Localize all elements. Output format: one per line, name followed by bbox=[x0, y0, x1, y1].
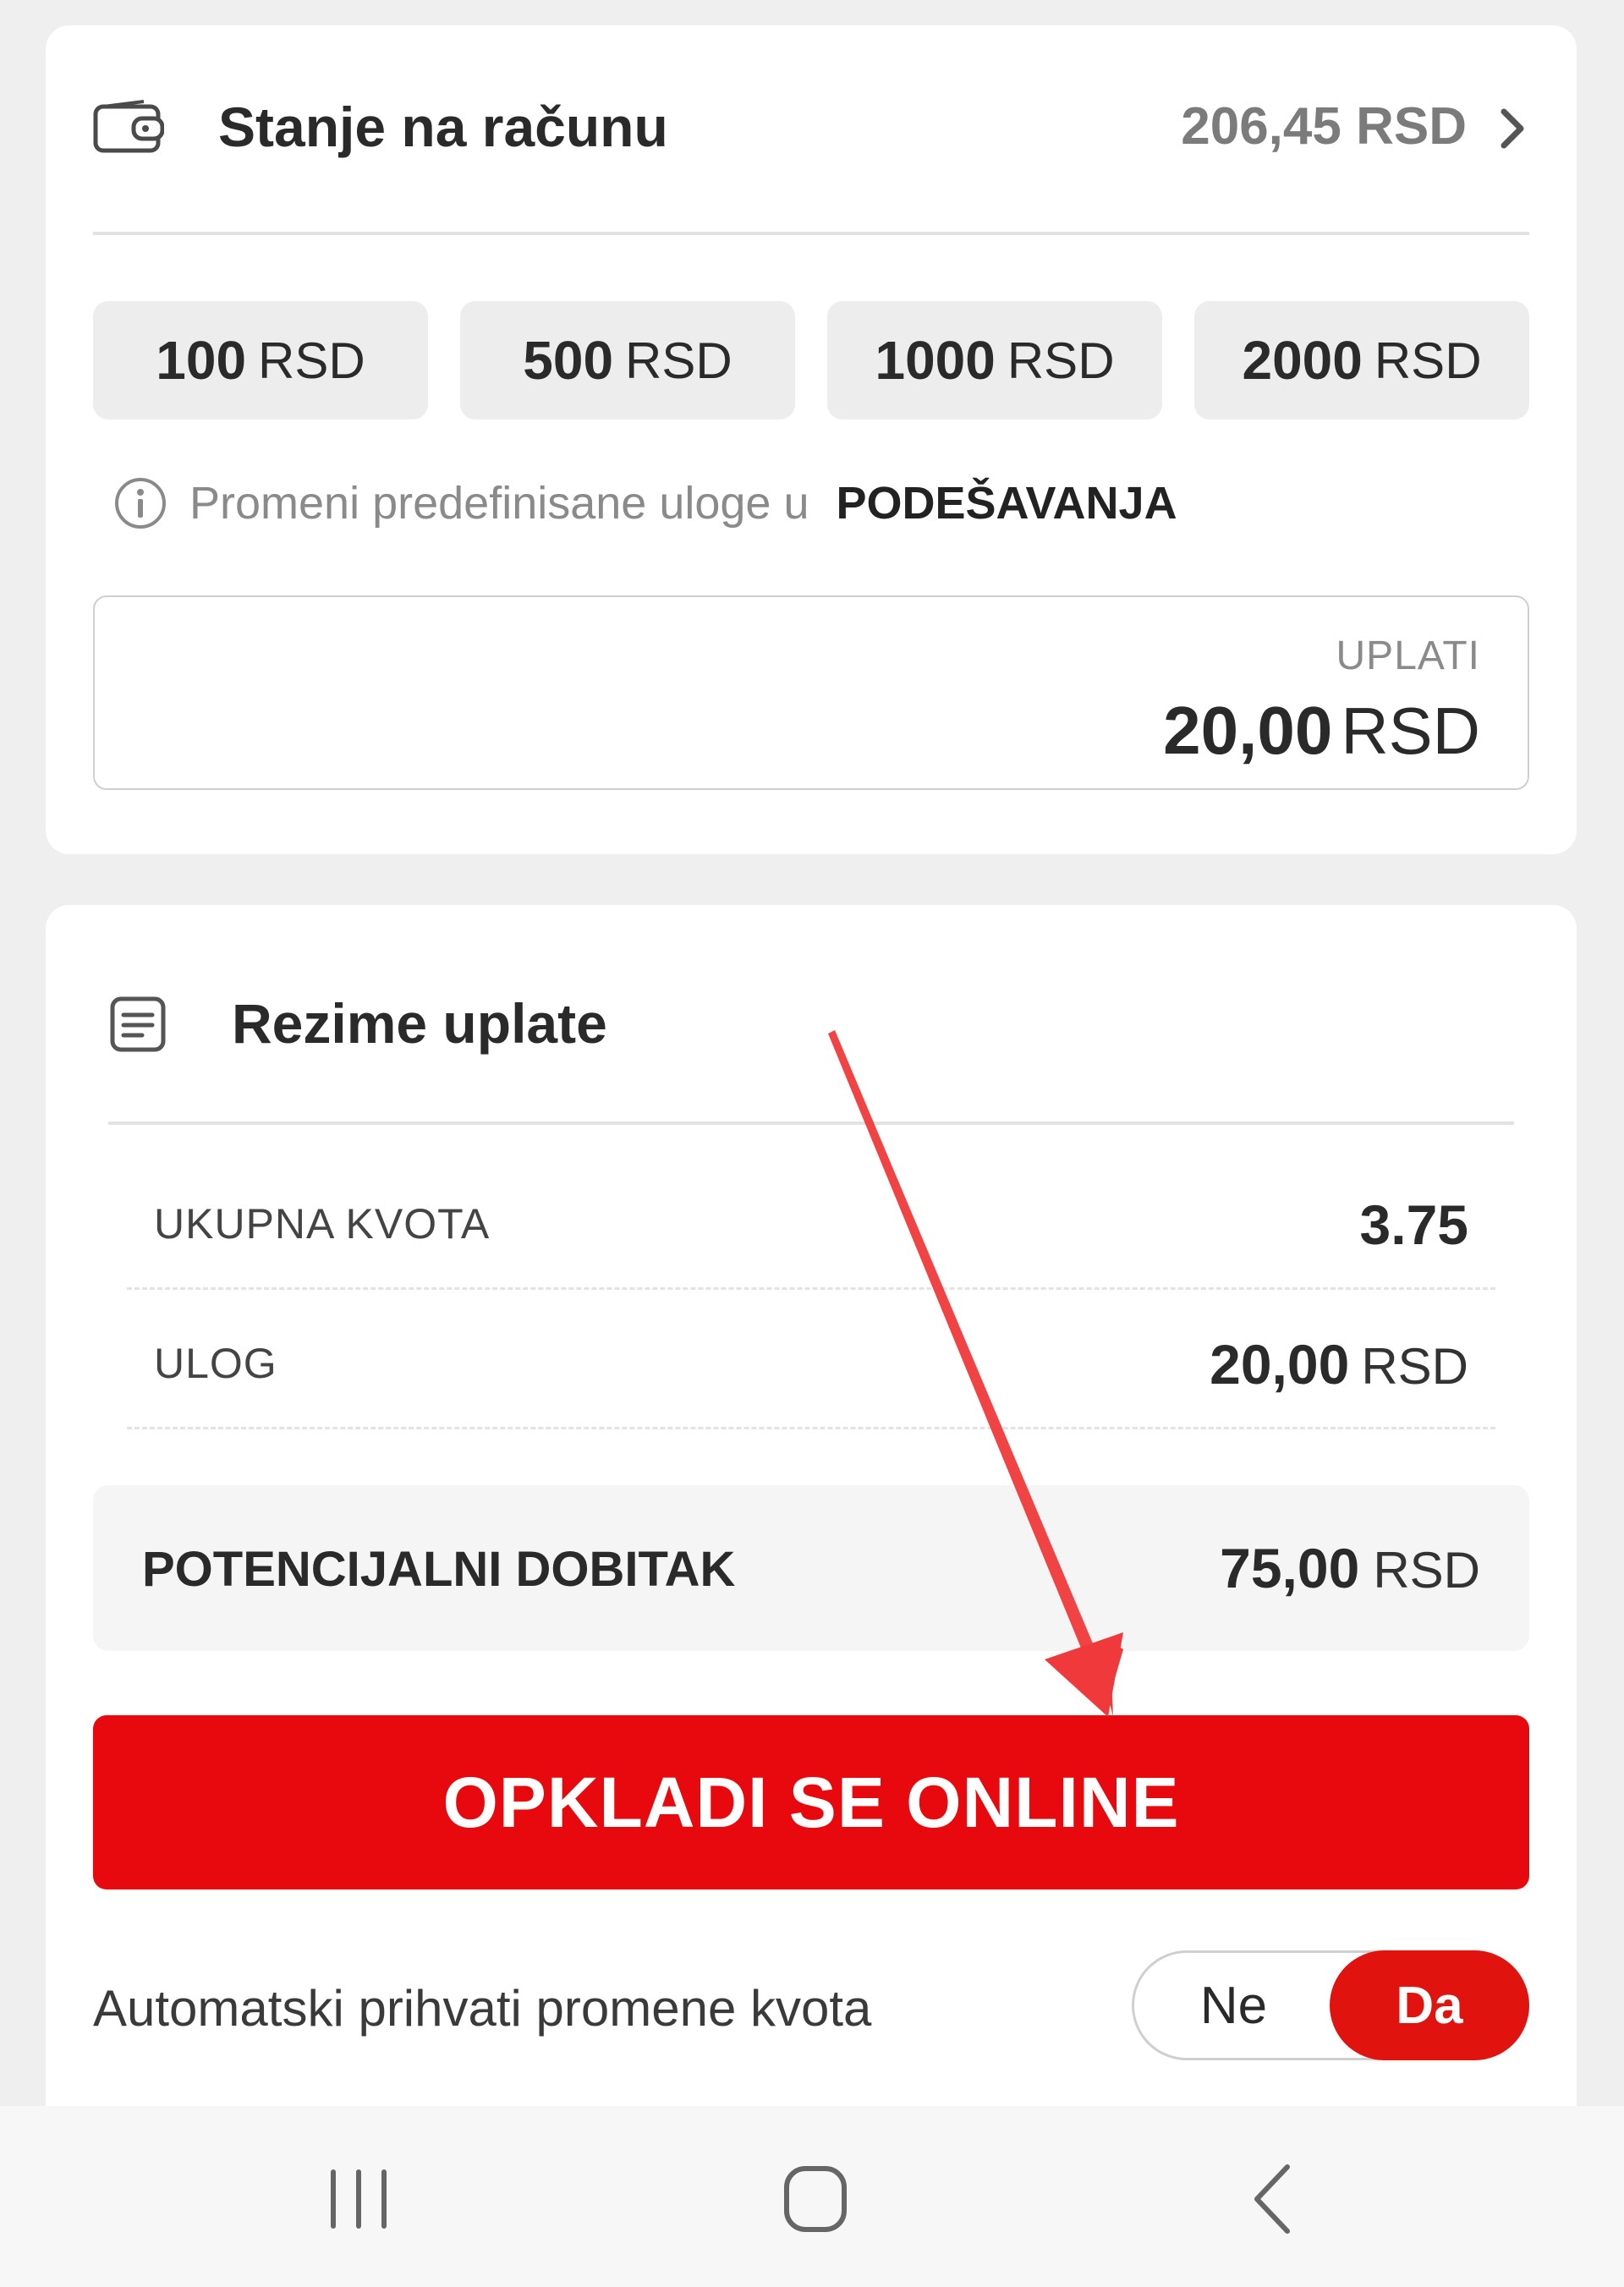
stake-currency: RSD bbox=[1361, 1338, 1468, 1395]
toggle-option-yes[interactable]: Da bbox=[1330, 1950, 1529, 2060]
hint-text: Promeni predefinisane uloge u bbox=[189, 478, 809, 529]
quick-stake-chips: 100 RSD 500 RSD 1000 RSD 2000 RSD bbox=[93, 301, 1529, 420]
settings-link[interactable]: PODEŠAVANJA bbox=[836, 477, 1177, 529]
receipt-icon bbox=[110, 996, 166, 1052]
chip-amount: 500 bbox=[523, 330, 614, 391]
potential-win-label: POTENCIJALNI DOBITAK bbox=[142, 1542, 736, 1597]
settings-hint: Promeni predefinisane uloge u PODEŠAVANJ… bbox=[113, 465, 1177, 541]
chip-currency: RSD bbox=[625, 332, 732, 389]
total-odds-label: UKUPNA KVOTA bbox=[154, 1200, 491, 1248]
wallet-icon bbox=[93, 100, 164, 153]
quick-stake-100-button[interactable]: 100 RSD bbox=[93, 301, 428, 420]
summary-card: Rezime uplate UKUPNA KVOTA 3.75 ULOG 20,… bbox=[46, 905, 1577, 2106]
chip-currency: RSD bbox=[1007, 332, 1115, 389]
stake-input-label: UPLATI bbox=[1336, 633, 1480, 678]
balance-amount: 206,45 RSD bbox=[1181, 97, 1467, 156]
chip-amount: 2000 bbox=[1242, 330, 1363, 391]
info-icon bbox=[115, 478, 166, 529]
divider bbox=[93, 232, 1529, 235]
stake-row: ULOG 20,00 RSD bbox=[127, 1290, 1495, 1429]
system-nav-bar bbox=[0, 2106, 1624, 2287]
potential-win-value: 75,00 RSD bbox=[1220, 1536, 1480, 1600]
stake-currency: RSD bbox=[1341, 694, 1480, 768]
balance-title: Stanje na računu bbox=[218, 96, 668, 158]
back-icon[interactable] bbox=[1221, 2157, 1323, 2241]
home-icon[interactable] bbox=[765, 2157, 866, 2241]
stake-input-value: 20,00 RSD bbox=[1163, 692, 1480, 770]
total-odds-number: 3.75 bbox=[1359, 1193, 1468, 1256]
divider bbox=[108, 1122, 1514, 1125]
stake-input[interactable]: UPLATI 20,00 RSD bbox=[93, 595, 1529, 790]
quick-stake-2000-button[interactable]: 2000 RSD bbox=[1194, 301, 1529, 420]
potential-win-currency: RSD bbox=[1373, 1542, 1480, 1599]
stake-card: Stanje na računu 206,45 RSD 100 RSD 500 … bbox=[46, 25, 1577, 854]
quick-stake-1000-button[interactable]: 1000 RSD bbox=[827, 301, 1162, 420]
balance-row[interactable]: Stanje na računu 206,45 RSD bbox=[93, 76, 1529, 178]
auto-accept-toggle[interactable]: Ne Da bbox=[1132, 1950, 1529, 2060]
chip-amount: 100 bbox=[156, 330, 247, 391]
potential-win-number: 75,00 bbox=[1220, 1537, 1360, 1599]
stake-number: 20,00 bbox=[1210, 1333, 1350, 1396]
chip-currency: RSD bbox=[258, 332, 365, 389]
quick-stake-500-button[interactable]: 500 RSD bbox=[460, 301, 795, 420]
chip-currency: RSD bbox=[1374, 332, 1482, 389]
auto-accept-label: Automatski prihvati promene kvota bbox=[93, 1980, 872, 2037]
total-odds-row: UKUPNA KVOTA 3.75 bbox=[127, 1150, 1495, 1290]
stake-label: ULOG bbox=[154, 1340, 277, 1387]
place-bet-button[interactable]: OPKLADI SE ONLINE bbox=[93, 1715, 1529, 1889]
total-odds-value: 3.75 bbox=[1360, 1193, 1468, 1257]
potential-win-box: POTENCIJALNI DOBITAK 75,00 RSD bbox=[93, 1485, 1529, 1651]
chip-amount: 1000 bbox=[875, 330, 996, 391]
stake-value: 20,00 RSD bbox=[1210, 1332, 1468, 1396]
summary-title: Rezime uplate bbox=[232, 992, 607, 1055]
recent-apps-icon[interactable] bbox=[308, 2157, 409, 2241]
chevron-right-icon[interactable] bbox=[1495, 103, 1529, 154]
toggle-option-no[interactable]: Ne bbox=[1134, 1953, 1333, 2058]
stake-amount: 20,00 bbox=[1163, 693, 1333, 768]
